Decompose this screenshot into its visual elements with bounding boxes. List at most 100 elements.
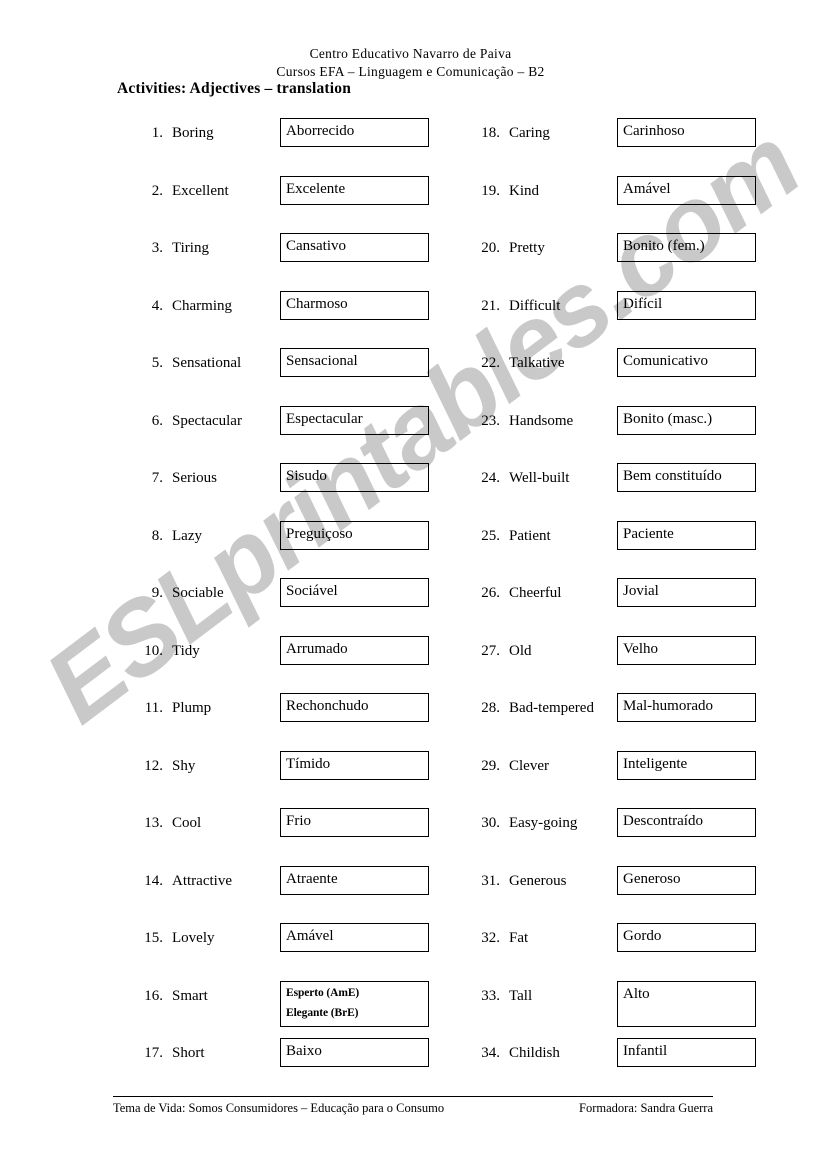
worksheet-row: 26. Cheerful Jovial xyxy=(337,577,817,633)
worksheet-row: 22. Talkative Comunicativo xyxy=(337,347,817,403)
english-term: Charming xyxy=(172,297,232,314)
page-title: Activities: Adjectives – translation xyxy=(117,80,352,97)
row-number: 28. xyxy=(481,700,500,716)
school-name: Centro Educativo Navarro de Paiva xyxy=(309,46,512,61)
translation-box[interactable]: Amável xyxy=(617,175,756,205)
english-term: Clever xyxy=(509,757,549,774)
english-term: Sociable xyxy=(172,585,224,601)
translation-answer: Bonito (fem.) xyxy=(623,238,705,254)
row-number: 3. xyxy=(151,240,163,256)
row-number: 34. xyxy=(481,1045,500,1061)
translation-box[interactable]: Jovial xyxy=(617,578,756,607)
translation-answer: Infantil xyxy=(623,1043,668,1059)
translation-answer: Bonito (masc.) xyxy=(623,410,713,427)
row-number: 22. xyxy=(481,355,500,371)
worksheet-row: 21. Difficult Difícil xyxy=(337,290,817,346)
row-number: 7. xyxy=(151,470,163,486)
worksheet-row: 28. Bad-tempered Mal-humorado xyxy=(337,692,817,748)
worksheet-row: 30. Easy-going Descontraído xyxy=(337,807,817,863)
english-term: Excellent xyxy=(172,182,229,199)
footer-trainer: Formadora: Sandra Guerra xyxy=(579,1101,713,1115)
translation-box[interactable]: Bonito (fem.) xyxy=(617,233,756,262)
translation-answer: Difícil xyxy=(623,295,663,312)
english-term: Handsome xyxy=(509,412,574,429)
worksheet-row: 25. Patient Paciente xyxy=(337,520,817,576)
translation-answer: Amável xyxy=(286,928,334,944)
translation-answer: Tímido xyxy=(286,755,331,772)
english-term: Attractive xyxy=(172,872,232,889)
translation-answer: Atraente xyxy=(286,870,338,887)
row-number: 9. xyxy=(151,585,163,601)
translation-box[interactable]: Bonito (masc.) xyxy=(617,405,756,435)
english-term: Old xyxy=(509,642,532,659)
translation-box[interactable]: Difícil xyxy=(617,290,756,320)
translation-box[interactable]: Descontraído xyxy=(617,808,756,837)
english-term: Cheerful xyxy=(509,585,562,601)
english-term: Childish xyxy=(509,1045,560,1061)
english-term: Lazy xyxy=(172,527,202,544)
english-term: Well-built xyxy=(509,470,570,486)
translation-answer: Bem constituído xyxy=(623,468,722,484)
row-number: 11. xyxy=(144,700,163,716)
row-number: 21. xyxy=(481,297,500,314)
english-term: Plump xyxy=(172,700,212,716)
translation-box[interactable]: Infantil xyxy=(617,1038,756,1067)
course-name: Cursos EFA – Linguagem e Comunicação – B… xyxy=(276,64,545,79)
translation-box[interactable]: Gordo xyxy=(617,923,756,952)
worksheet-row: 33. Tall Alto xyxy=(337,980,817,1036)
worksheet-row: 19. Kind Amável xyxy=(337,175,817,231)
row-number: 33. xyxy=(481,987,500,1004)
english-term: Short xyxy=(172,1045,205,1061)
translation-box[interactable]: Alto xyxy=(617,980,756,1027)
english-term: Pretty xyxy=(509,240,545,256)
translation-answer: Amável xyxy=(623,180,671,197)
english-term: Shy xyxy=(172,757,196,774)
english-term: Tidy xyxy=(172,642,200,659)
english-term: Kind xyxy=(509,182,539,199)
translation-box[interactable]: Paciente xyxy=(617,520,756,550)
translation-answer: Velho xyxy=(623,640,658,657)
english-term: Talkative xyxy=(509,355,565,371)
translation-box[interactable]: Mal-humorado xyxy=(617,693,756,722)
translation-box[interactable]: Generoso xyxy=(617,865,756,895)
english-term: Fat xyxy=(509,930,529,946)
row-number: 5. xyxy=(151,355,163,371)
english-term: Sensational xyxy=(172,355,242,371)
row-number: 8. xyxy=(151,527,163,544)
english-term: Tiring xyxy=(172,240,209,256)
row-number: 30. xyxy=(481,815,500,831)
english-term: Cool xyxy=(172,815,202,831)
translation-answer: Generoso xyxy=(623,870,681,887)
english-term: Patient xyxy=(509,527,551,544)
worksheet-row: 34. Childish Infantil xyxy=(337,1037,817,1093)
row-number: 25. xyxy=(481,527,500,544)
english-term: Difficult xyxy=(509,297,561,314)
english-term: Boring xyxy=(172,125,214,141)
row-number: 17. xyxy=(144,1045,163,1061)
english-term: Bad-tempered xyxy=(509,700,594,716)
translation-answer: Carinhoso xyxy=(623,123,685,139)
row-number: 24. xyxy=(481,470,500,486)
row-number: 23. xyxy=(481,412,500,429)
row-number: 26. xyxy=(481,585,500,601)
worksheet-row: 18. Caring Carinhoso xyxy=(337,117,817,173)
translation-box[interactable]: Carinhoso xyxy=(617,118,756,147)
translation-answer: Sociável xyxy=(286,583,338,599)
row-number: 12. xyxy=(144,757,163,774)
row-number: 10. xyxy=(144,642,163,659)
translation-answer: Baixo xyxy=(286,1043,322,1059)
row-number: 18. xyxy=(481,125,500,141)
english-term: Generous xyxy=(509,872,567,889)
english-term: Spectacular xyxy=(172,412,242,429)
translation-box[interactable]: Comunicativo xyxy=(617,348,756,377)
translation-box[interactable]: Inteligente xyxy=(617,750,756,780)
translation-answer: Mal-humorado xyxy=(623,698,713,714)
translation-box[interactable]: Velho xyxy=(617,635,756,665)
row-number: 19. xyxy=(481,182,500,199)
translation-box[interactable]: Bem constituído xyxy=(617,463,756,492)
worksheet-row: 23. Handsome Bonito (masc.) xyxy=(337,405,817,461)
english-term: Smart xyxy=(172,987,208,1004)
row-number: 15. xyxy=(144,930,163,946)
worksheet-row: 20. Pretty Bonito (fem.) xyxy=(337,232,817,288)
translation-answer: Gordo xyxy=(623,928,662,944)
